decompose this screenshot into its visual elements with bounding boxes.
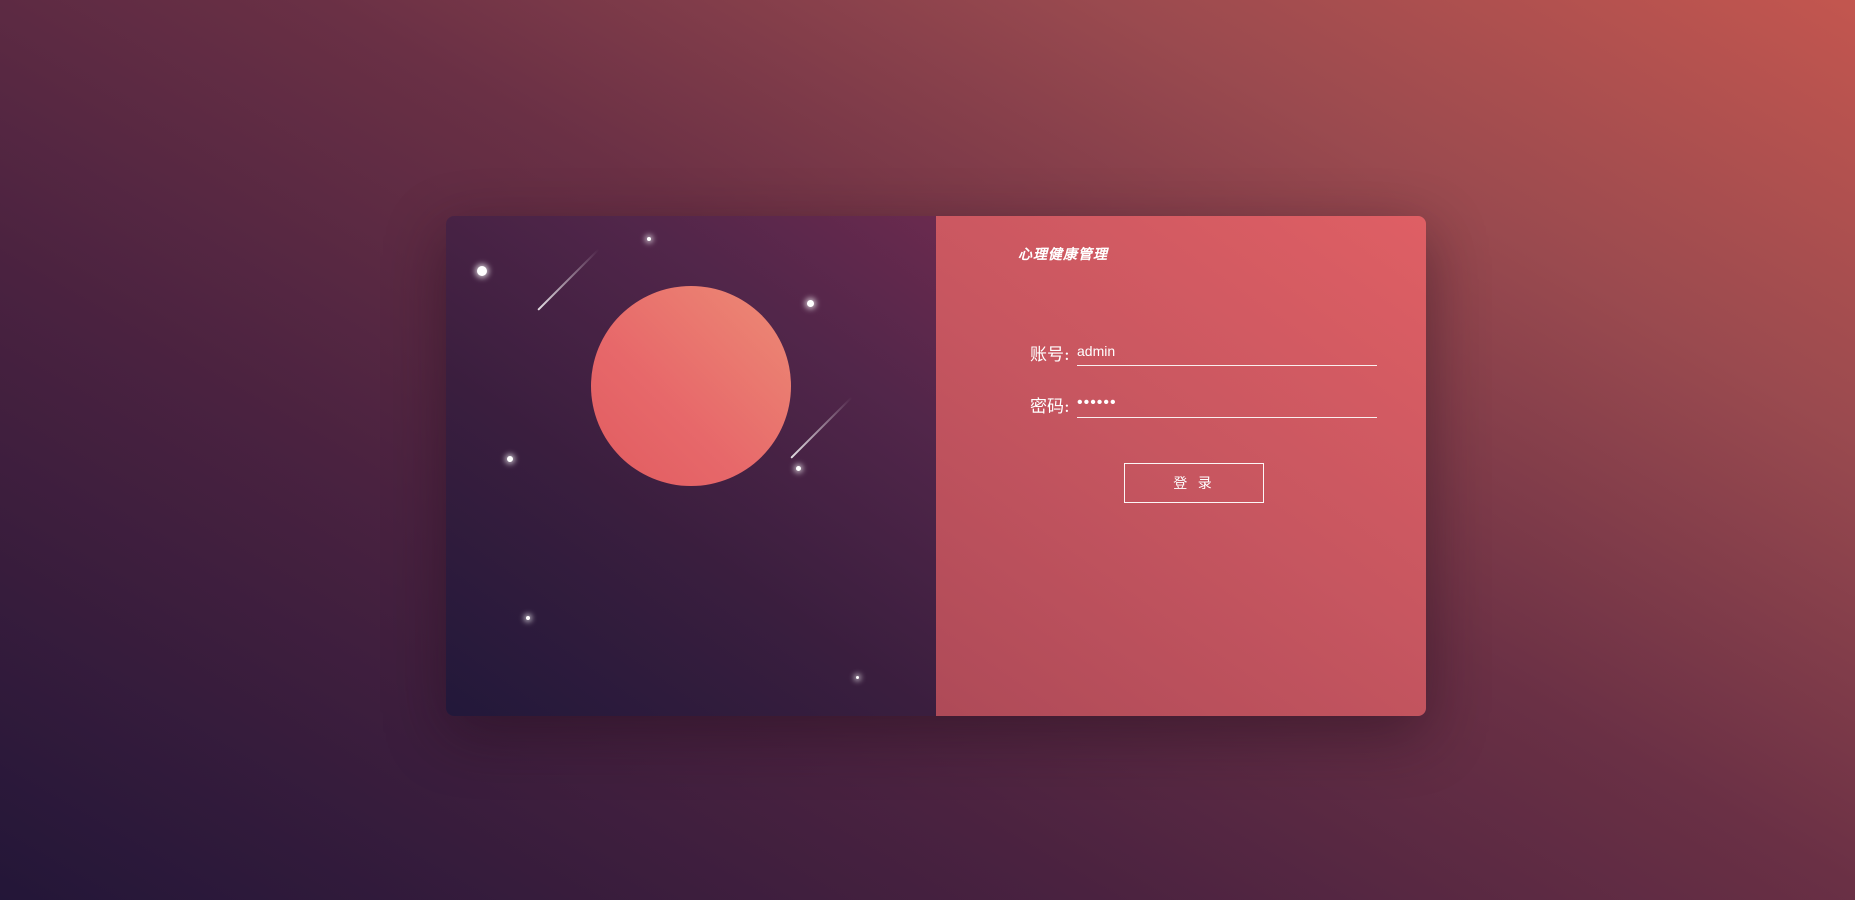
star-icon — [796, 466, 801, 471]
login-panel: 心理健康管理 账号: 密码: 登 录 — [936, 216, 1426, 716]
account-field-row: 账号: — [1030, 336, 1377, 370]
password-label: 密码: — [1030, 397, 1070, 417]
star-icon — [477, 266, 487, 276]
planet-icon — [591, 286, 791, 486]
star-icon — [647, 237, 651, 241]
app-title: 心理健康管理 — [1018, 247, 1108, 263]
login-card: 心理健康管理 账号: 密码: 登 录 — [446, 216, 1426, 716]
meteor-icon — [537, 248, 600, 311]
star-icon — [856, 676, 859, 679]
meteor-icon — [790, 396, 853, 459]
password-field-row: 密码: — [1030, 388, 1377, 422]
login-button[interactable]: 登 录 — [1124, 463, 1264, 503]
star-icon — [807, 300, 814, 307]
account-label: 账号: — [1030, 345, 1070, 365]
star-icon — [507, 456, 513, 462]
star-icon — [526, 616, 530, 620]
password-input[interactable] — [1077, 388, 1377, 418]
illustration-panel — [446, 216, 936, 716]
account-input[interactable] — [1077, 336, 1377, 366]
